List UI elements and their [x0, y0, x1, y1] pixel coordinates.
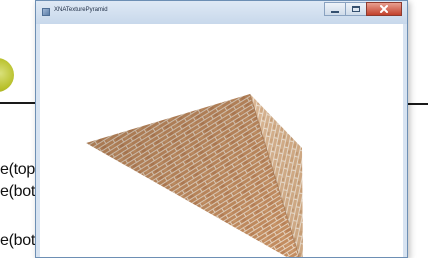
app-window: XNATexturePyramid: [35, 0, 408, 258]
close-button[interactable]: [366, 2, 402, 16]
maximize-button[interactable]: [345, 2, 367, 16]
desktop: e(top, leftNormal, textureTop); e(bottom…: [0, 0, 428, 258]
slide-logo-fragment: [0, 58, 16, 92]
window-title: XNATexturePyramid: [54, 7, 108, 13]
minimize-icon: [331, 10, 339, 13]
window-titlebar[interactable]: XNATexturePyramid: [36, 1, 407, 24]
pyramid-scene: [86, 93, 303, 257]
close-icon: [380, 5, 388, 13]
maximize-icon: [352, 6, 360, 12]
slide-rule-left: [0, 102, 35, 104]
app-icon: [42, 8, 50, 16]
slide-rule-right: [408, 103, 428, 105]
caption-buttons: [324, 2, 402, 18]
render-viewport[interactable]: [40, 24, 403, 257]
minimize-button[interactable]: [324, 2, 346, 16]
